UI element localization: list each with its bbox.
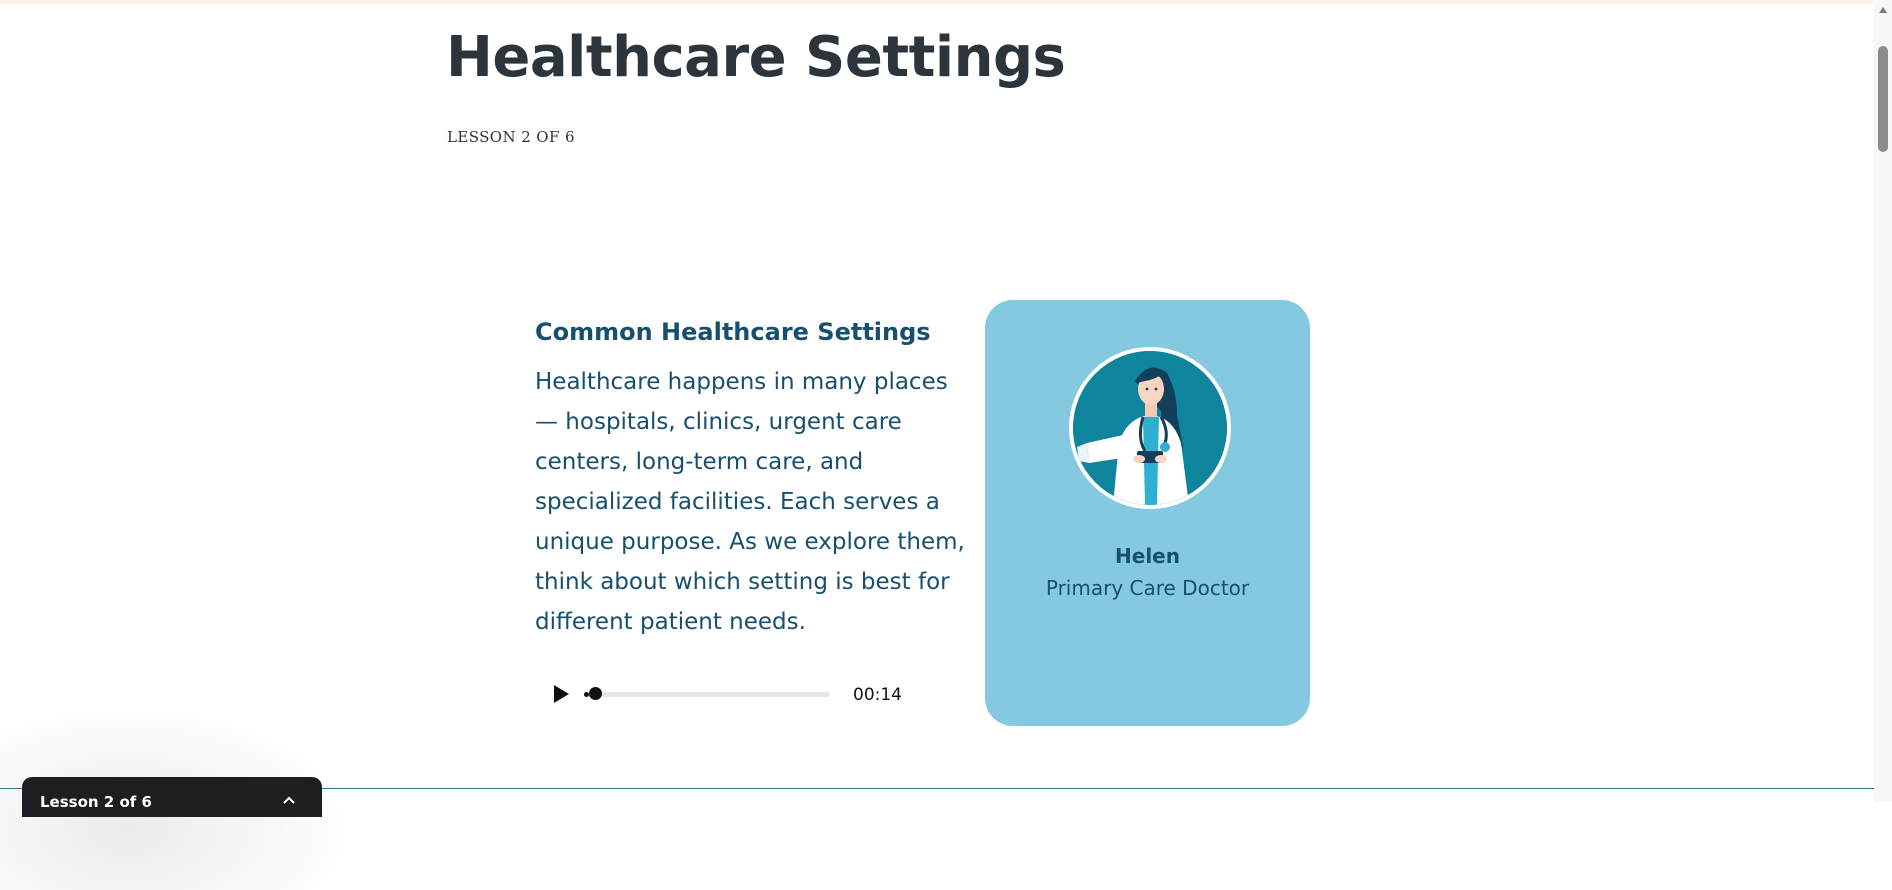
section-body-text: Healthcare happens in many places — hosp… [535,369,965,635]
scroll-up-arrow-icon[interactable] [1878,6,1888,14]
vertical-scrollbar[interactable] [1874,0,1892,802]
lesson-navigation-label: Lesson 2 of 6 [40,793,152,811]
play-button[interactable] [550,683,572,705]
character-role: Primary Care Doctor [1045,576,1250,600]
top-border [0,0,1874,4]
character-card: Helen Primary Care Doctor [985,300,1310,726]
audio-progress-handle[interactable] [588,687,602,700]
section-heading: Common Healthcare Settings [535,318,931,346]
lesson-progress-label: LESSON 2 OF 6 [447,128,575,146]
chevron-up-icon [283,796,295,804]
audio-time: 00:14 [853,685,902,705]
doctor-illustration-icon [1073,351,1227,505]
avatar [1069,347,1231,509]
lesson-navigation-tab[interactable]: Lesson 2 of 6 [22,777,322,817]
character-name: Helen [1115,544,1180,568]
play-icon [554,685,569,703]
audio-progress-track[interactable] [584,692,830,697]
scrollbar-thumb[interactable] [1878,46,1888,152]
audio-player: 00:14 [540,676,910,710]
page-title: Healthcare Settings [446,25,1066,90]
